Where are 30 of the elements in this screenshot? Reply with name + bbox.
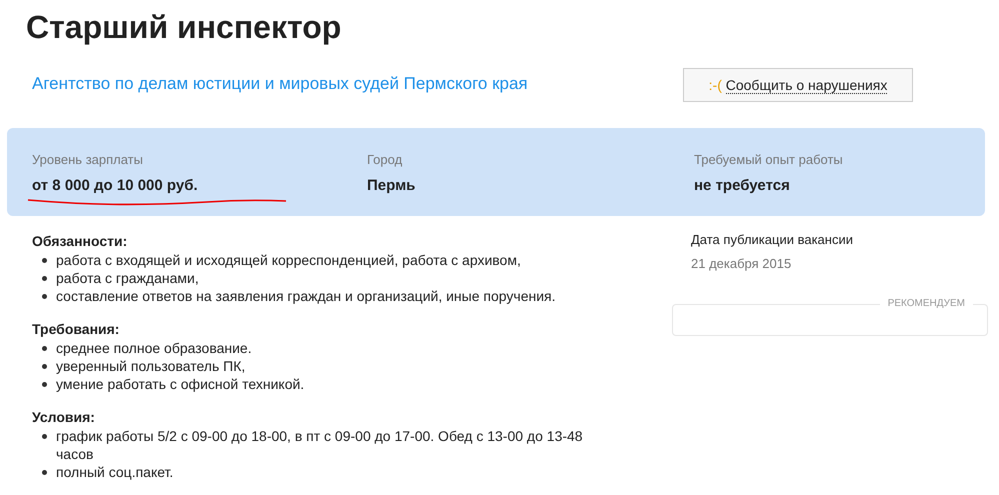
recommend-legend: РЕКОМЕНДУЕМ xyxy=(880,298,973,309)
bullet-icon xyxy=(42,346,47,351)
section-heading: Условия: xyxy=(32,408,96,427)
report-button[interactable]: :-( Сообщить о нарушениях xyxy=(683,68,913,102)
bullet-icon xyxy=(42,258,47,263)
section-heading: Обязанности: xyxy=(32,232,128,251)
summary-label: Требуемый опыт работы xyxy=(694,152,843,167)
publication-date: 21 декабря 2015 xyxy=(691,256,792,271)
list-item: полный соц.пакет. xyxy=(56,463,174,481)
summary-value: не требуется xyxy=(694,177,791,194)
bullet-icon xyxy=(42,434,47,439)
bullet-icon xyxy=(42,276,47,281)
bullet-icon xyxy=(42,470,47,475)
list-item: работа с входящей и исходящей корреспонденцией, работа с архивом, xyxy=(56,251,521,269)
list-item: уверенный пользователь ПК, xyxy=(56,357,246,375)
section-heading: Требования: xyxy=(32,320,120,339)
summary-label: Уровень зарплаты xyxy=(32,152,144,167)
summary-label: Город xyxy=(367,152,404,167)
bullet-icon xyxy=(42,364,47,369)
list-item: составление ответов на заявления граждан и организаций, иные поручения. xyxy=(56,287,556,305)
list-item: работа с гражданами, xyxy=(56,269,199,287)
summary-value: от 8 000 до 10 000 руб. xyxy=(32,177,199,194)
vacancy-title: Старший инспектор xyxy=(26,8,342,46)
list-item: умение работать с офисной техникой. xyxy=(56,375,304,393)
publication-label: Дата публикации вакансии xyxy=(691,232,854,247)
bullet-icon xyxy=(42,294,47,299)
bullet-icon xyxy=(42,382,47,387)
list-item: среднее полное образование. xyxy=(56,339,252,357)
sad-face-icon: :-( xyxy=(708,77,722,93)
summary-value: Пермь xyxy=(367,177,416,194)
